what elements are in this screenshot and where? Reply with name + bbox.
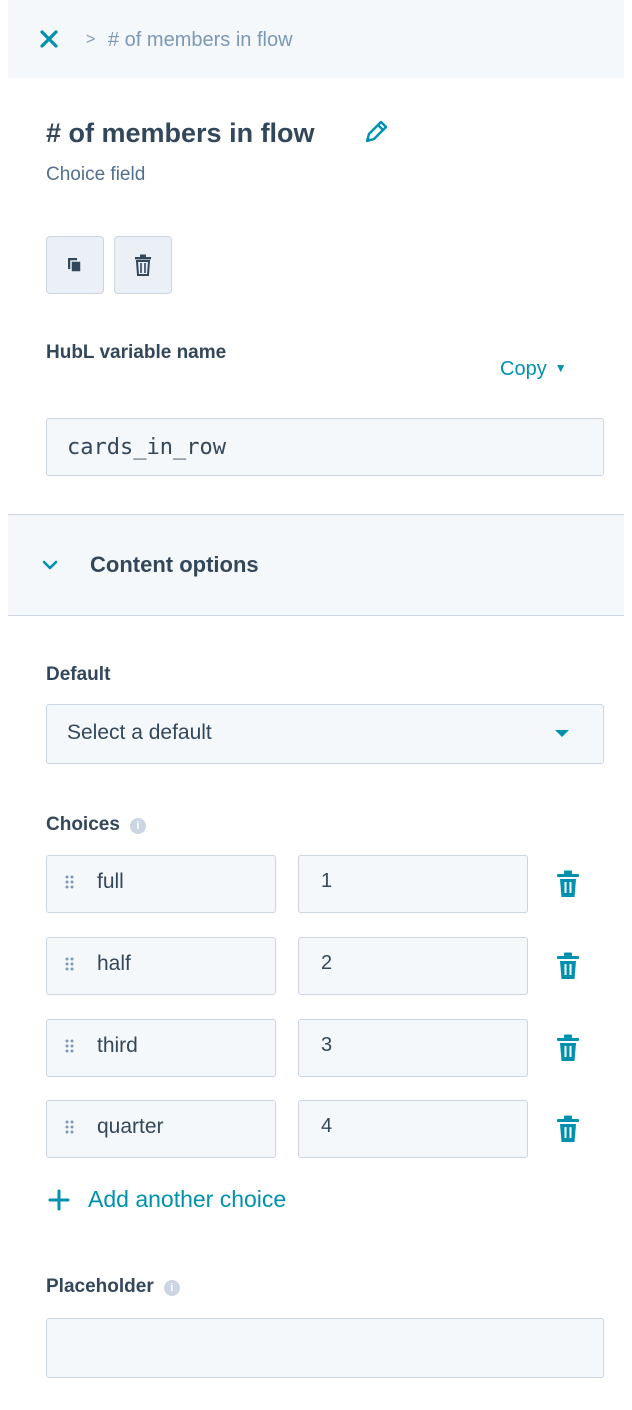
drag-handle-icon[interactable] — [65, 1120, 75, 1136]
section-title: Content options — [90, 552, 259, 577]
choice-value-field[interactable]: 3 — [298, 1019, 528, 1077]
close-button[interactable] — [36, 26, 62, 52]
default-select[interactable]: Select a default — [46, 704, 604, 764]
copy-dropdown-button[interactable]: Copy ▼ — [500, 358, 567, 381]
default-label: Default — [46, 664, 111, 685]
hubl-variable-field[interactable]: cards_in_row — [46, 418, 604, 476]
placeholder-field[interactable] — [46, 1318, 604, 1378]
trash-icon — [557, 1034, 579, 1061]
choice-label-field[interactable]: half — [46, 937, 276, 995]
delete-field-button[interactable] — [114, 236, 172, 294]
field-type-label: Choice field — [46, 164, 146, 185]
choice-value-field[interactable]: 4 — [298, 1100, 528, 1158]
pencil-icon — [365, 120, 388, 143]
breadcrumb: > # of members in flow — [8, 0, 624, 78]
placeholder-label: Placeholder i — [46, 1276, 180, 1298]
breadcrumb-separator: > — [86, 31, 96, 48]
delete-choice-button[interactable] — [556, 952, 580, 980]
choice-label-text: full — [97, 870, 124, 893]
add-choice-button[interactable]: Add another choice — [48, 1186, 286, 1213]
page-title: # of members in flow — [46, 118, 315, 148]
drag-handle-icon[interactable] — [65, 1039, 75, 1055]
hubl-variable-label: HubL variable name — [46, 342, 227, 363]
drag-handle-icon[interactable] — [65, 957, 75, 973]
delete-choice-button[interactable] — [556, 870, 580, 898]
choice-label-text: third — [97, 1034, 138, 1057]
plus-icon — [48, 1189, 70, 1210]
chevron-down-icon — [42, 560, 58, 570]
choice-label-field[interactable]: third — [46, 1019, 276, 1077]
close-icon — [40, 30, 58, 48]
edit-title-button[interactable] — [362, 118, 392, 148]
drag-handle-icon[interactable] — [65, 875, 75, 891]
trash-icon — [557, 1115, 579, 1142]
content-options-toggle[interactable]: Content options — [8, 514, 624, 616]
field-editor-panel: > # of members in flow # of members in f… — [8, 0, 624, 1410]
copy-label: Copy — [500, 358, 547, 380]
choice-label-text: quarter — [97, 1115, 164, 1138]
choices-label-text: Choices — [46, 814, 120, 835]
caret-down-icon: ▼ — [554, 361, 567, 375]
trash-icon — [557, 870, 579, 897]
choice-value-field[interactable]: 1 — [298, 855, 528, 913]
choice-label-text: half — [97, 952, 131, 975]
choice-value-field[interactable]: 2 — [298, 937, 528, 995]
choice-label-field[interactable]: full — [46, 855, 276, 913]
caret-down-icon — [555, 730, 569, 737]
choices-label: Choices i — [46, 814, 146, 836]
breadcrumb-current: # of members in flow — [108, 29, 293, 51]
add-choice-label: Add another choice — [88, 1186, 287, 1212]
default-select-value: Select a default — [67, 721, 212, 744]
info-icon[interactable]: i — [163, 1280, 180, 1296]
choice-label-field[interactable]: quarter — [46, 1100, 276, 1158]
trash-icon — [557, 952, 579, 979]
placeholder-label-text: Placeholder — [46, 1276, 154, 1297]
delete-choice-button[interactable] — [556, 1115, 580, 1143]
info-icon[interactable]: i — [129, 818, 146, 834]
delete-choice-button[interactable] — [556, 1034, 580, 1062]
trash-icon — [135, 254, 151, 276]
copy-icon — [68, 258, 82, 273]
clone-button[interactable] — [46, 236, 104, 294]
